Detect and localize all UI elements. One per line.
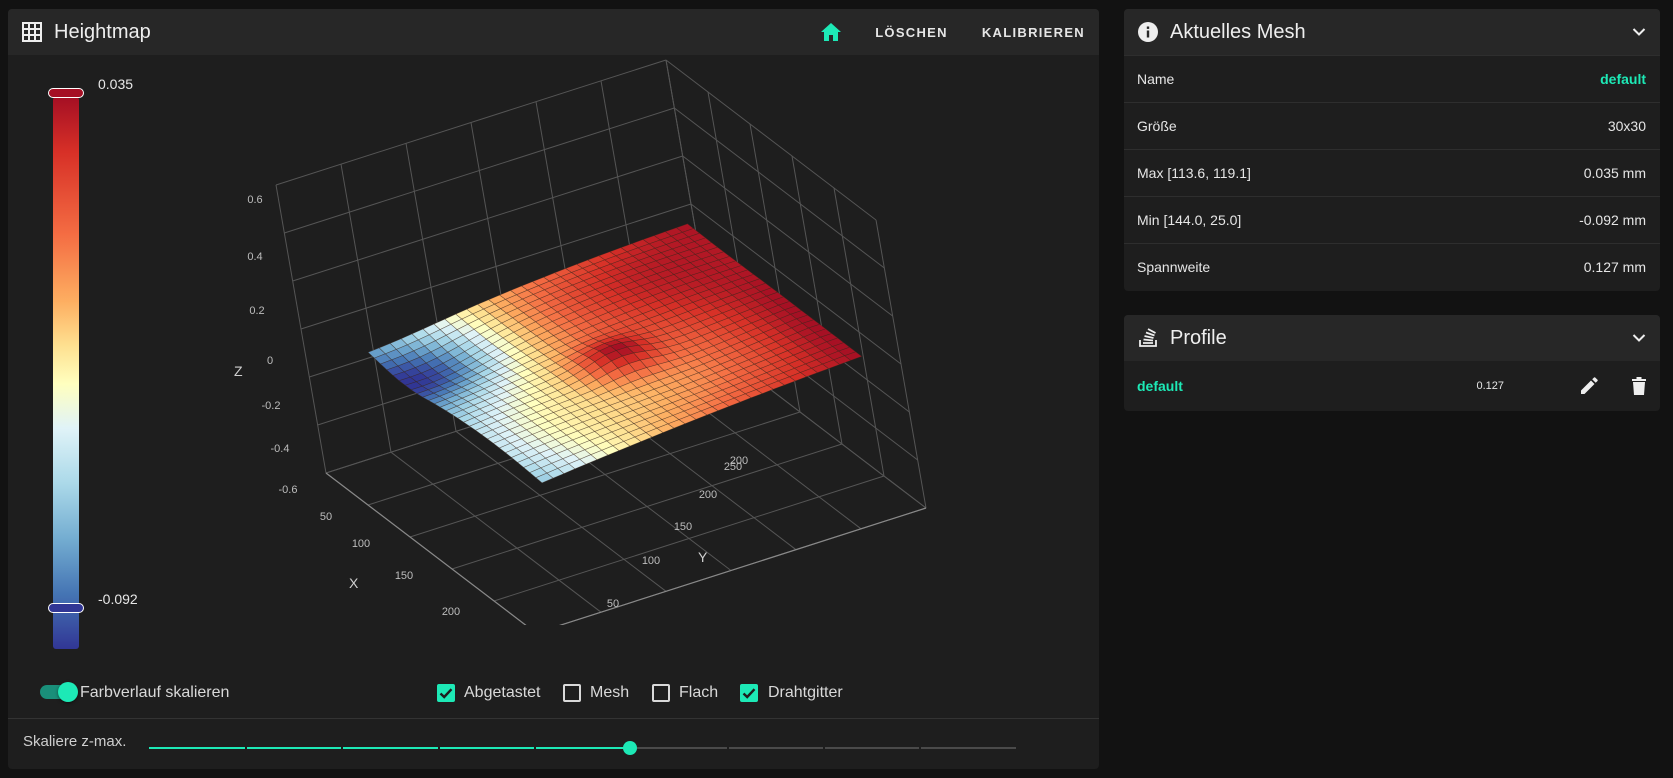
mesh-size-row: Größe 30x30 [1124,102,1660,149]
profile-row[interactable]: default 0.127 [1124,361,1660,411]
x-axis-label: X [349,575,359,591]
mesh-min-row: Min [144.0, 25.0] -0.092 mm [1124,196,1660,243]
slider-tick [534,747,536,749]
x-tick-label: 100 [352,538,370,550]
scale-zmax-slider-fill [149,747,631,749]
chevron-down-icon[interactable] [1632,333,1646,343]
checkbox-flat[interactable] [652,684,670,702]
delete-icon[interactable] [1632,377,1646,395]
mesh-name-row: Name default [1124,55,1660,102]
mesh-row-key: Max [113.6, 119.1] [1137,165,1251,181]
mesh-row-key: Spannweite [1137,259,1211,275]
grid-line [275,59,667,186]
z-tick-label: 0.6 [247,194,262,206]
checkbox-mesh-label[interactable]: Mesh [590,684,629,702]
checkbox-mesh[interactable] [563,684,581,702]
edit-icon[interactable] [1580,377,1598,395]
heightmap-title: Heightmap [54,20,151,43]
grid-line [665,59,877,221]
info-icon [1138,22,1158,42]
checkbox-flat-label[interactable]: Flach [679,684,718,702]
mesh-row-value: default [1600,71,1646,87]
slider-tick [823,747,825,749]
heightmap-card: Heightmap LÖSCHEN KALIBRIEREN 0.035 -0.0… [8,9,1099,769]
z-tick-label: 0.4 [247,251,262,263]
checkbox-sampled-label[interactable]: Abgetastet [464,684,541,702]
x-tick-label: 50 [320,511,332,523]
profile-name[interactable]: default [1137,378,1476,394]
stack-icon [1138,328,1158,348]
mesh-row-value: 0.035 mm [1583,165,1646,181]
profiles-title: Profile [1170,326,1227,349]
current-mesh-card: Aktuelles Mesh Name default Größe 30x30 … [1124,9,1660,291]
x-tick-label: 150 [395,570,413,582]
scale-gradient-label[interactable]: Farbverlauf skalieren [80,684,229,702]
y-tick-label: 200 [730,455,748,467]
profile-range: 0.127 [1476,380,1504,392]
profiles-card: Profile default 0.127 [1124,315,1660,411]
clear-mesh-button[interactable]: LÖSCHEN [875,25,948,40]
checkbox-sampled[interactable] [437,684,455,702]
mesh-row-key: Name [1137,71,1175,87]
grid-icon [22,22,42,42]
scale-gradient-switch[interactable] [58,682,78,702]
slider-tick [727,747,729,749]
checkbox-wireframe[interactable] [740,684,758,702]
y-tick-label: 200 [699,489,717,501]
chevron-down-icon[interactable] [1632,27,1646,37]
checkbox-wireframe-label[interactable]: Drahtgitter [768,684,843,702]
mesh-row-value: 30x30 [1607,118,1646,134]
scale-zmax-slider-thumb[interactable] [623,741,638,755]
y-tick-label: 100 [642,555,660,567]
z-tick-label: 0 [267,355,273,367]
heightmap-3d-plot[interactable]: Z X Y 0.6 0.4 0.2 0 -0.2 -0.4 -0.6 50 10… [8,55,1099,625]
slider-tick [341,747,343,749]
mesh-row-key: Größe [1137,118,1177,134]
slider-tick [245,747,247,749]
home-icon[interactable] [821,23,842,41]
profiles-header: Profile [1124,315,1660,361]
current-mesh-title: Aktuelles Mesh [1170,20,1306,43]
y-tick-label: 50 [607,598,619,610]
x-tick-label: 200 [442,606,460,618]
mesh-row-value: 0.127 mm [1583,259,1646,275]
scale-zmax-slider[interactable] [149,741,1016,755]
z-tick-label: 0.2 [249,305,264,317]
z-tick-label: -0.4 [271,443,290,455]
divider [8,718,1099,719]
current-mesh-header: Aktuelles Mesh [1124,9,1660,55]
mesh-row-value: -0.092 mm [1579,212,1646,228]
mesh-row-key: Min [144.0, 25.0] [1137,212,1242,228]
z-tick-label: -0.6 [279,484,298,496]
scale-zmax-label: Skaliere z-max. [23,733,127,750]
y-tick-label: 150 [674,521,692,533]
mesh-max-row: Max [113.6, 119.1] 0.035 mm [1124,149,1660,196]
grid-line [390,451,602,613]
grid-line [284,107,675,234]
mesh-range-row: Spannweite 0.127 mm [1124,243,1660,290]
heightmap-header: Heightmap LÖSCHEN KALIBRIEREN [8,9,1099,55]
heightmap-controls: Farbverlauf skalieren Abgetastet Mesh Fl… [8,674,1099,708]
slider-tick [438,747,440,749]
z-axis-label: Z [234,363,243,379]
slider-tick [919,747,921,749]
y-axis-label: Y [698,549,708,565]
calibrate-button[interactable]: KALIBRIEREN [982,25,1085,40]
z-tick-label: -0.2 [262,400,281,412]
heightmap-surface [367,223,863,484]
